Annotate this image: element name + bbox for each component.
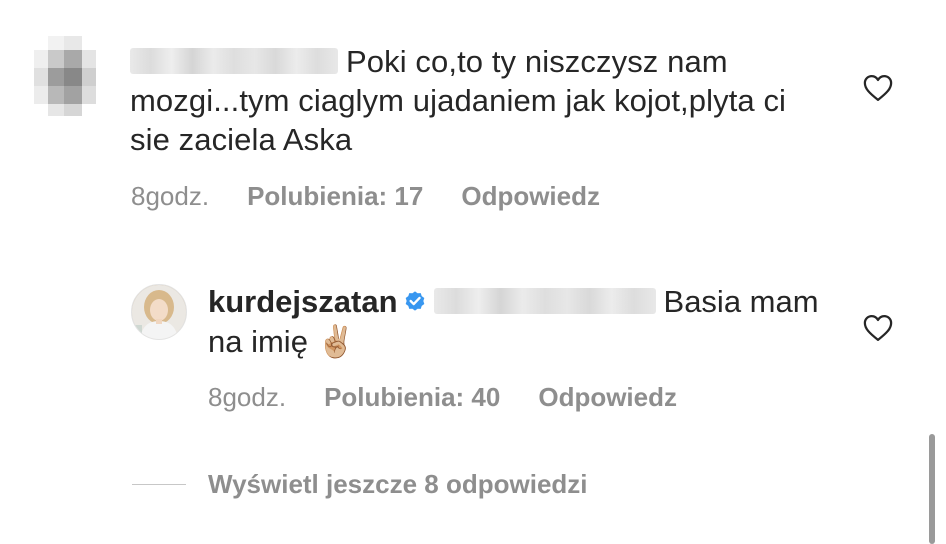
comment-body: kurdejszatan Basia mam na imię ✌🏼 — [208, 282, 828, 362]
comment-time: 8godz. — [208, 382, 287, 412]
view-more-replies-label: Wyświetl jeszcze 8 odpowiedzi — [208, 469, 588, 499]
comment-meta: 8godz. Polubienia: 17 Odpowiedz — [131, 181, 638, 212]
scrollbar[interactable] — [929, 434, 935, 544]
verified-badge-icon — [405, 291, 424, 311]
heart-outline-icon[interactable] — [863, 314, 893, 342]
view-more-replies-button[interactable]: Wyświetl jeszcze 8 odpowiedzi — [132, 469, 588, 500]
heart-outline-icon[interactable] — [863, 74, 893, 102]
profile-photo — [132, 285, 186, 339]
likes-count[interactable]: Polubienia: 17 — [247, 181, 423, 211]
comment-meta: 8godz. Polubienia: 40 Odpowiedz — [208, 382, 715, 413]
reply-button[interactable]: Odpowiedz — [461, 181, 600, 211]
likes-count[interactable]: Polubienia: 40 — [324, 382, 500, 412]
divider-line — [132, 484, 186, 485]
username[interactable]: kurdejszatan — [208, 284, 398, 319]
avatar[interactable] — [131, 284, 187, 340]
blurred-mention[interactable] — [433, 287, 656, 314]
comment-time: 8godz. — [131, 181, 210, 211]
blurred-username[interactable] — [130, 47, 338, 74]
reply-button[interactable]: Odpowiedz — [538, 382, 677, 412]
avatar[interactable] — [30, 36, 100, 116]
comment-body: Poki co,to ty niszczysz nam mozgi...tym … — [130, 42, 830, 159]
